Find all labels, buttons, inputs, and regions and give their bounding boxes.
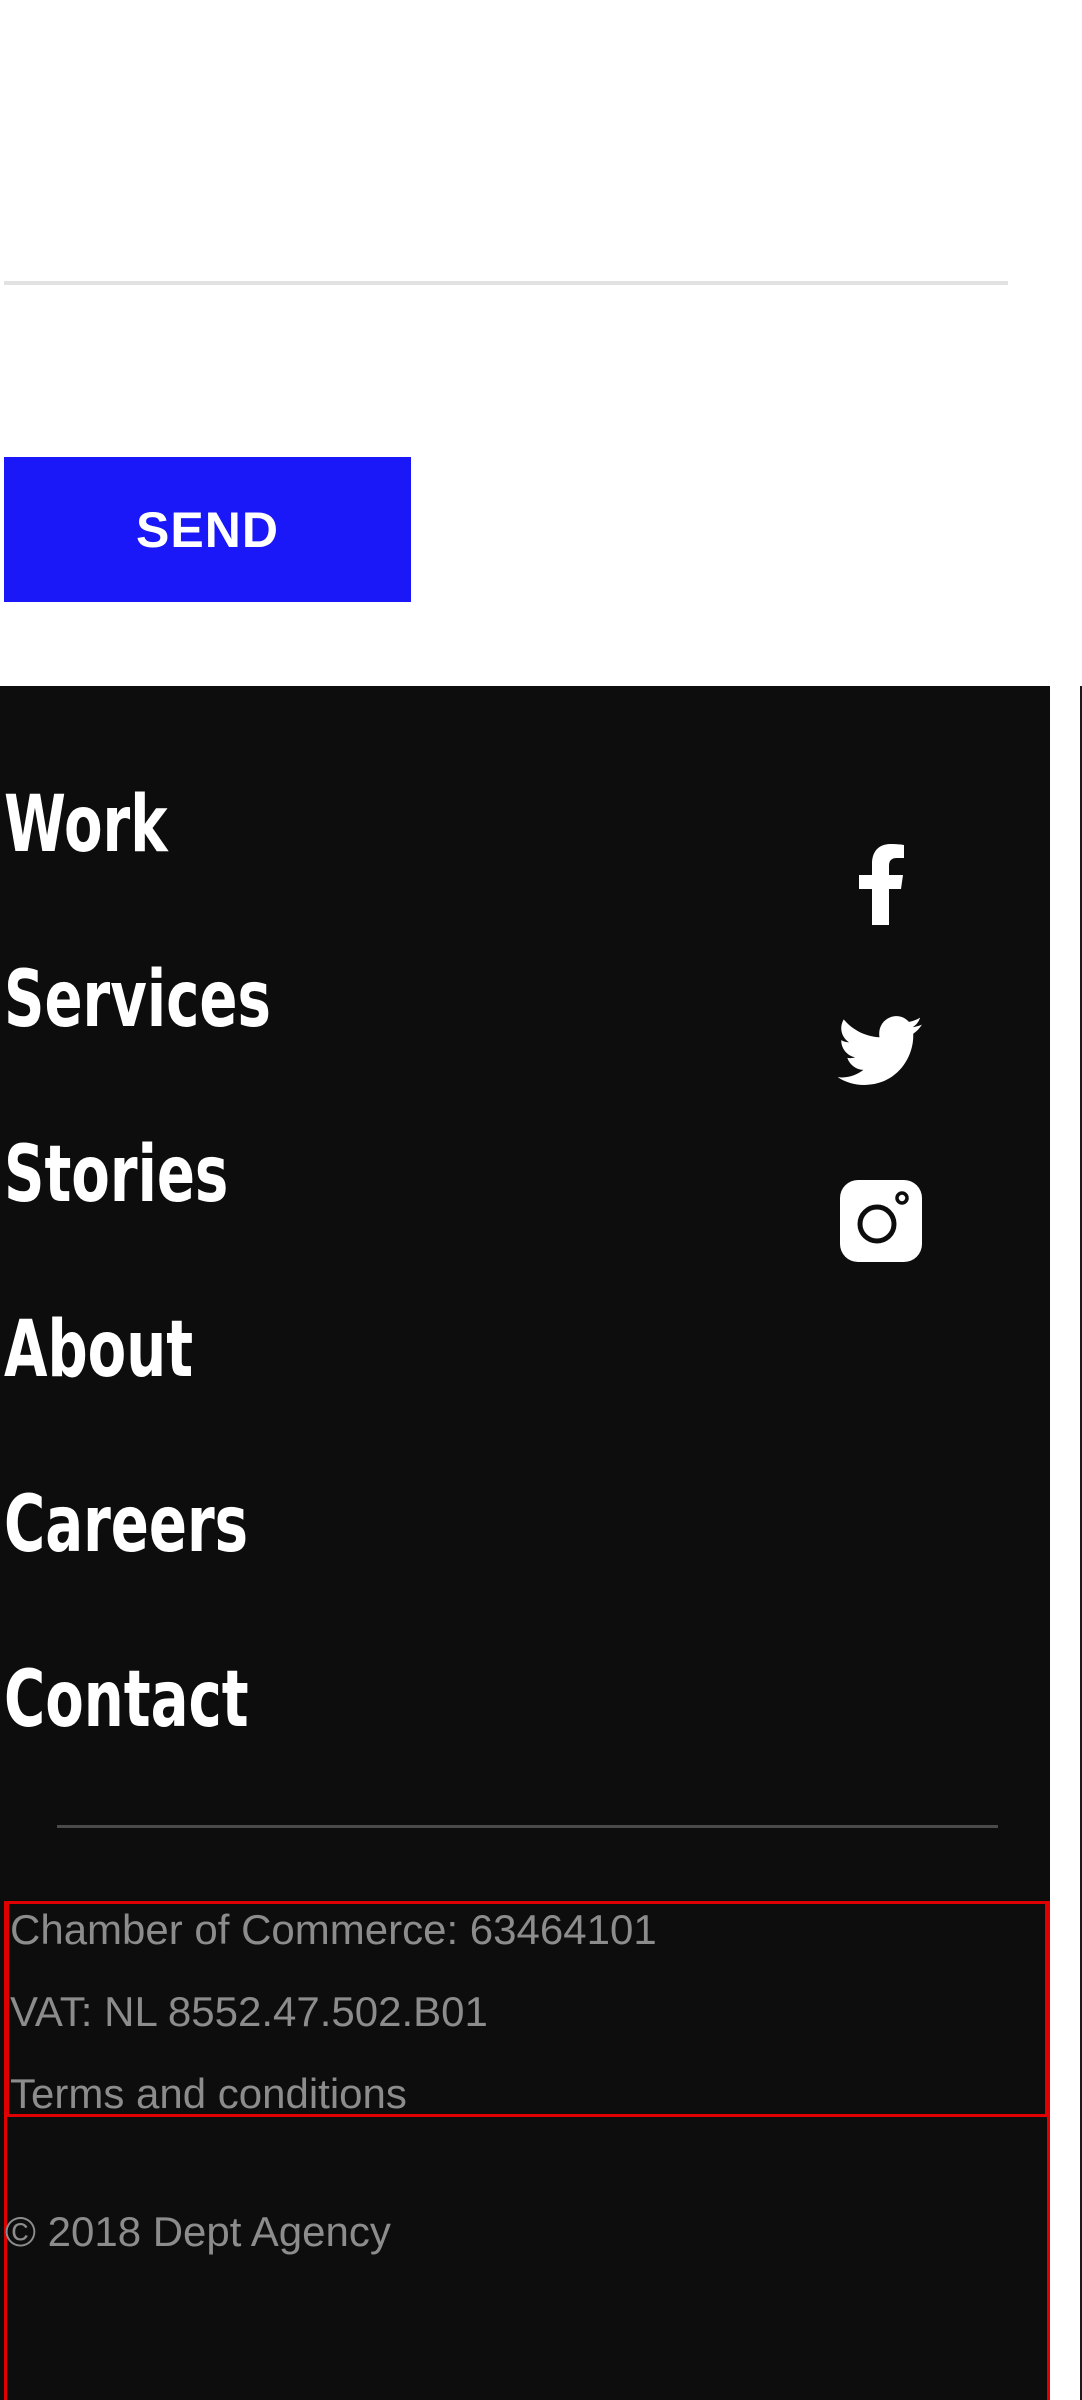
send-button[interactable]: SEND — [4, 457, 411, 602]
footer-nav-about[interactable]: About — [4, 1311, 193, 1389]
facebook-link[interactable] — [836, 838, 926, 928]
terms-and-conditions-link[interactable]: Terms and conditions — [10, 2073, 407, 2115]
message-field-underline[interactable] — [4, 281, 1008, 285]
copyright-text: © 2018 Dept Agency — [5, 2208, 391, 2255]
twitter-link[interactable] — [836, 1007, 926, 1097]
facebook-icon — [859, 844, 904, 925]
footer-divider — [57, 1825, 998, 1828]
footer-nav-stories[interactable]: Stories — [4, 1136, 228, 1214]
footer-nav-services[interactable]: Services — [4, 961, 271, 1039]
page: SEND Work Services Stories About Careers… — [0, 0, 1082, 2400]
footer-nav-work[interactable]: Work — [4, 786, 168, 864]
footer-nav-contact[interactable]: Contact — [4, 1661, 249, 1739]
chamber-of-commerce-text: Chamber of Commerce: 63464101 — [10, 1906, 657, 1953]
site-footer: Work Services Stories About Careers Cont… — [0, 686, 1050, 2400]
footer-nav-careers[interactable]: Careers — [4, 1486, 248, 1564]
instagram-icon — [840, 1180, 922, 1262]
instagram-link[interactable] — [836, 1176, 926, 1266]
twitter-icon — [838, 1016, 923, 1085]
vat-number-text: VAT: NL 8552.47.502.B01 — [10, 1988, 488, 2035]
